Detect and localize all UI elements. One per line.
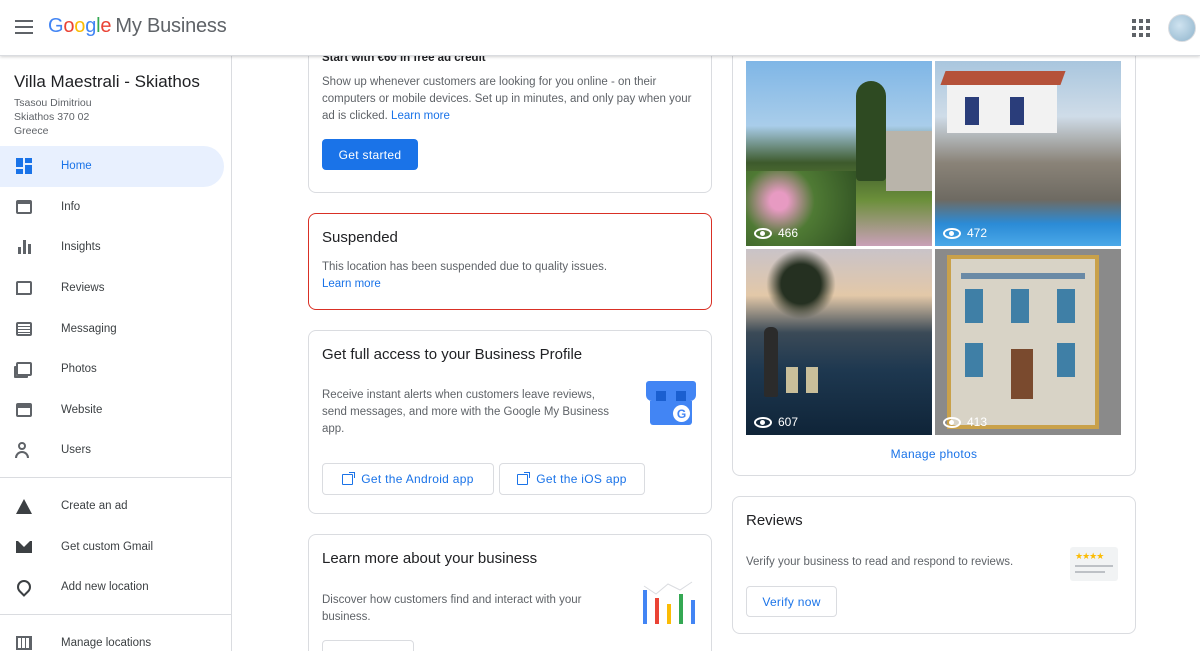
- sidebar-item-add-location[interactable]: Add new location: [0, 567, 232, 608]
- app-logo[interactable]: Google My Business: [48, 15, 227, 38]
- bar-chart-icon: [14, 237, 34, 257]
- rate-review-icon: [14, 278, 34, 298]
- message-icon: [14, 319, 34, 339]
- sidebar-item-custom-gmail[interactable]: Get custom Gmail: [0, 526, 232, 567]
- account-avatar[interactable]: [1168, 14, 1196, 42]
- sidebar-divider: [0, 613, 232, 615]
- dashboard-icon: [14, 156, 34, 176]
- sidebar: Villa Maestrali - Skiathos Tsasou Dimitr…: [0, 56, 232, 651]
- photo-thumbnail[interactable]: 607: [746, 249, 932, 435]
- learn-body: Discover how customers find and interact…: [322, 594, 582, 623]
- suspended-body: This location has been suspended due to …: [322, 261, 608, 273]
- sidebar-item-insights[interactable]: Insights: [0, 227, 232, 268]
- photos-card: 466 472 607 413 Manage photos: [732, 40, 1136, 476]
- business-address: Tsasou Dimitriou Skiathos 370 02 Greece: [14, 97, 92, 137]
- sidebar-item-photos[interactable]: Photos: [0, 349, 232, 390]
- verify-now-button[interactable]: Verify now: [746, 586, 837, 617]
- open-in-new-icon: [342, 471, 356, 485]
- suspended-title: Suspended: [322, 229, 398, 246]
- ad-credit-card: Start with €60 in free ad credit Show up…: [308, 40, 712, 193]
- apps-grid-icon[interactable]: [1132, 19, 1150, 37]
- learn-title: Learn more about your business: [322, 550, 538, 567]
- suspended-card: Suspended This location has been suspend…: [308, 213, 712, 310]
- hamburger-menu-icon[interactable]: [12, 16, 36, 40]
- sidebar-item-website[interactable]: Website: [0, 390, 232, 431]
- sidebar-nav: Home Info Insights Reviews Messaging Pho…: [0, 146, 232, 651]
- get-started-button[interactable]: Get started: [322, 139, 418, 170]
- web-icon: [14, 400, 34, 420]
- partial-button[interactable]: [322, 640, 414, 651]
- visibility-icon: [754, 416, 772, 428]
- visibility-icon: [943, 416, 961, 428]
- google-my-business-app-icon: G: [646, 381, 696, 425]
- get-ios-app-button[interactable]: Get the iOS app: [499, 463, 645, 495]
- business-name: Villa Maestrali - Skiathos: [14, 72, 200, 91]
- get-android-app-button[interactable]: Get the Android app: [322, 463, 494, 495]
- reviews-illustration: ★★★★: [1070, 547, 1118, 581]
- ad-credit-body: Show up whenever customers are looking f…: [322, 76, 692, 122]
- sidebar-item-manage-locations[interactable]: Manage locations: [0, 623, 232, 651]
- manage-photos-link[interactable]: Manage photos: [733, 447, 1135, 461]
- access-body: Receive instant alerts when customers le…: [322, 389, 610, 435]
- reviews-title: Reviews: [746, 512, 803, 529]
- photo-thumbnail[interactable]: 413: [935, 249, 1121, 435]
- visibility-icon: [943, 227, 961, 239]
- photo-thumbnail[interactable]: 472: [935, 61, 1121, 246]
- suspended-learn-more-link[interactable]: Learn more: [322, 276, 381, 293]
- sidebar-item-create-ad[interactable]: Create an ad: [0, 486, 232, 527]
- sidebar-divider: [0, 476, 232, 478]
- sidebar-item-info[interactable]: Info: [0, 187, 232, 228]
- sidebar-item-users[interactable]: Users: [0, 430, 232, 471]
- visibility-icon: [754, 227, 772, 239]
- google-ads-icon: [14, 496, 34, 516]
- top-app-bar: Google My Business: [0, 0, 1200, 56]
- sidebar-item-messaging[interactable]: Messaging: [0, 308, 232, 349]
- open-in-new-icon: [517, 471, 531, 485]
- photo-library-icon: [14, 359, 34, 379]
- sidebar-item-home[interactable]: Home: [0, 146, 224, 187]
- photo-thumbnail[interactable]: 466: [746, 61, 932, 246]
- gmail-icon: [14, 537, 34, 557]
- business-profile-access-card: Get full access to your Business Profile…: [308, 330, 712, 514]
- reviews-body: Verify your business to read and respond…: [746, 556, 1014, 568]
- business-icon: [14, 633, 34, 651]
- add-location-icon: [14, 577, 34, 598]
- storefront-icon: [14, 197, 34, 217]
- ad-credit-learn-more-link[interactable]: Learn more: [391, 110, 450, 122]
- access-title: Get full access to your Business Profile: [322, 346, 583, 363]
- person-add-icon: [14, 440, 34, 460]
- sidebar-item-reviews[interactable]: Reviews: [0, 268, 232, 309]
- insights-chart-illustration: [643, 581, 695, 624]
